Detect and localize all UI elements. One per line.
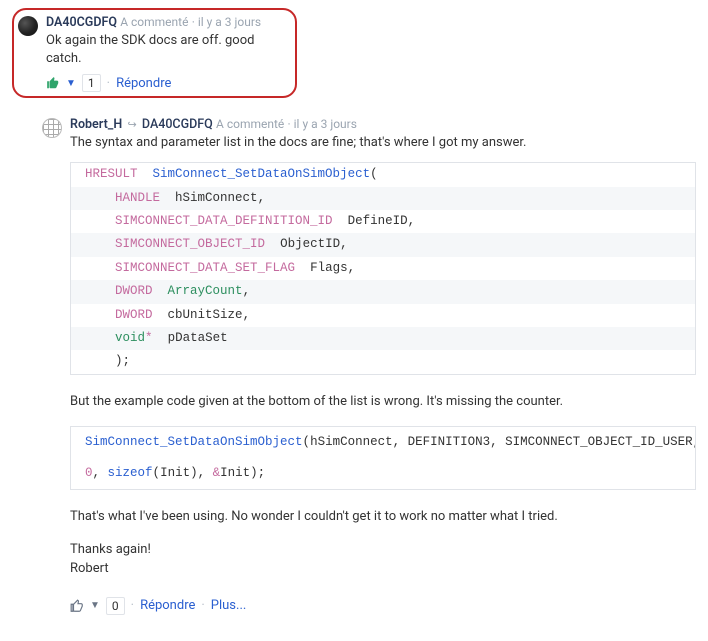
comment-meta: Robert_H ↪ DA40CGDFQ A commenté · il y a… <box>70 116 696 134</box>
code-line: void* pDataSet <box>71 327 695 350</box>
reply-button[interactable]: Répondre <box>116 76 171 91</box>
code-line: SIMCONNECT_DATA_SET_FLAG Flags, <box>71 257 695 280</box>
vote-up-button[interactable] <box>70 598 84 613</box>
comment-body: DA40CGDFQ A commenté · il y a 3 jours Ok… <box>46 14 287 92</box>
code-line: SIMCONNECT_DATA_DEFINITION_ID DefineID, <box>71 210 695 233</box>
vote-count: 0 <box>106 597 125 615</box>
comment-text: But the example code given at the bottom… <box>70 393 696 412</box>
code-line: HANDLE hSimConnect, <box>71 187 695 210</box>
reply-target[interactable]: DA40CGDFQ <box>142 117 213 132</box>
meta-time: il y a 3 jours <box>198 15 261 29</box>
author-link[interactable]: DA40CGDFQ <box>46 15 117 30</box>
vote-count: 1 <box>82 74 101 92</box>
comment-text: The syntax and parameter list in the doc… <box>70 134 696 152</box>
code-line: SIMCONNECT_OBJECT_ID ObjectID, <box>71 233 695 256</box>
code-line: ); <box>71 350 695 373</box>
code-block: HRESULT SimConnect_SetDataOnSimObject( H… <box>70 162 696 374</box>
meta-time: il y a 3 jours <box>294 117 357 131</box>
vote-menu-chevron-icon[interactable]: ▼ <box>90 600 100 611</box>
comment-highlighted: DA40CGDFQ A commenté · il y a 3 jours Ok… <box>12 8 297 98</box>
avatar[interactable] <box>42 118 62 138</box>
author-link[interactable]: Robert_H <box>70 117 122 132</box>
code-line: HRESULT SimConnect_SetDataOnSimObject( <box>71 163 695 186</box>
comment-signoff: Thanks again! Robert <box>70 541 696 579</box>
separator: · <box>201 598 204 613</box>
comment-text: Ok again the SDK docs are off. good catc… <box>46 32 287 68</box>
comment-reply: Robert_H ↪ DA40CGDFQ A commenté · il y a… <box>42 116 696 615</box>
meta-action: A commenté <box>120 15 188 29</box>
reply-button[interactable]: Répondre <box>140 598 195 613</box>
code-line: DWORD ArrayCount, <box>71 280 695 303</box>
meta-action: A commenté <box>216 117 284 131</box>
thumb-up-icon <box>46 76 60 90</box>
separator: · <box>107 76 110 91</box>
comment-actions: ▼ 0 · Répondre · Plus... <box>70 597 696 615</box>
code-block: SimConnect_SetDataOnSimObject(hSimConnec… <box>70 426 696 491</box>
reply-arrow-icon: ↪ <box>127 118 136 131</box>
vote-menu-chevron-icon[interactable]: ▼ <box>66 78 76 89</box>
avatar[interactable] <box>18 16 38 36</box>
thumb-up-icon <box>70 599 84 613</box>
code-line: DWORD cbUnitSize, <box>71 304 695 327</box>
separator: · <box>131 598 134 613</box>
code-line: 0, sizeof(Init), &Init); <box>71 458 695 489</box>
comment-text: That's what I've been using. No wonder I… <box>70 508 696 527</box>
comment-actions: ▼ 1 · Répondre <box>46 74 287 92</box>
vote-up-button[interactable] <box>46 76 60 91</box>
code-line: SimConnect_SetDataOnSimObject(hSimConnec… <box>71 427 695 458</box>
more-button[interactable]: Plus... <box>211 598 247 613</box>
comment-body: Robert_H ↪ DA40CGDFQ A commenté · il y a… <box>70 116 696 615</box>
comment-meta: DA40CGDFQ A commenté · il y a 3 jours <box>46 14 287 32</box>
